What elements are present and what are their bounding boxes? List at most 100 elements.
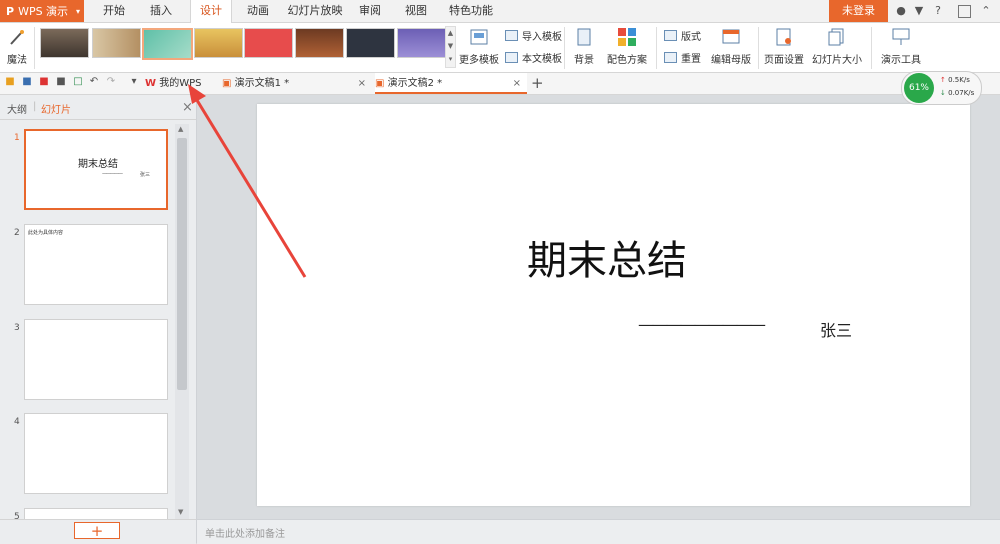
download-speed-value: 0.07K/s — [948, 89, 975, 97]
tab-special-features[interactable]: 特色功能 — [446, 0, 496, 22]
this-template-label: 本文模板 — [522, 54, 562, 65]
tab-document-2-label: 演示文稿2 * — [387, 78, 443, 89]
color-scheme-label: 配色方案 — [607, 55, 647, 66]
template-thumb-2[interactable] — [92, 28, 141, 58]
present-tools-button[interactable]: 演示工具 — [876, 28, 926, 66]
wps-w-icon: W — [145, 78, 157, 89]
close-tab-icon[interactable]: × — [513, 73, 521, 94]
page-setup-icon — [776, 28, 791, 46]
thumb-text: 此处为具体内容 — [28, 230, 64, 236]
tab-insert[interactable]: 插入 — [143, 0, 179, 22]
tab-slideshow[interactable]: 幻灯片放映 — [285, 0, 345, 22]
gallery-scroll[interactable]: ▲ ▼ ▾ — [445, 26, 456, 68]
save-icon[interactable]: ■ — [21, 76, 33, 88]
template-thumb-7[interactable] — [346, 28, 395, 58]
reset-label: 重置 — [681, 54, 701, 65]
ribbon-separator — [34, 27, 35, 69]
page-setup-button[interactable]: 页面设置 — [763, 28, 805, 66]
edit-master-button[interactable]: 编辑母版 — [710, 28, 752, 66]
ribbon-separator — [656, 27, 657, 69]
slide-dashes[interactable]: ————————— — [638, 315, 766, 334]
slide-size-button[interactable]: 幻灯片大小 — [808, 28, 866, 66]
slide-thumbnail-1[interactable]: 期末总结 ————— 张三 — [24, 129, 168, 210]
template-thumb-3-selected[interactable] — [142, 28, 193, 60]
layout-button[interactable]: 版式 — [664, 28, 701, 43]
template-thumb-1[interactable] — [40, 28, 89, 58]
present-tools-icon — [892, 28, 910, 45]
import-template-icon — [505, 30, 518, 41]
ribbon-separator — [871, 27, 872, 69]
import-template-button[interactable]: 导入模板 — [505, 28, 562, 43]
skin-icon[interactable]: ● — [893, 3, 909, 19]
tab-design[interactable]: 设计 — [190, 0, 232, 23]
add-slide-button[interactable]: + — [74, 522, 120, 539]
magic-label: 魔法 — [7, 55, 27, 66]
tab-document-2[interactable]: ▣ 演示文稿2 * × — [375, 73, 527, 94]
background-icon — [577, 28, 591, 46]
this-template-icon — [505, 52, 518, 63]
ribbon-separator — [758, 27, 759, 69]
slide-thumbnail-4[interactable] — [24, 413, 168, 494]
background-label: 背景 — [574, 55, 594, 66]
shirt-icon[interactable]: ▼ — [911, 3, 927, 19]
scroll-down-icon[interactable]: ▼ — [178, 508, 183, 516]
template-thumb-4[interactable] — [194, 28, 243, 58]
print-icon[interactable]: ■ — [55, 76, 67, 88]
current-slide[interactable]: 期末总结 ————————— 张三 — [257, 104, 970, 506]
slide-author[interactable]: 张三 — [820, 317, 852, 341]
magic-button[interactable]: 魔法 — [4, 28, 30, 66]
layout-label: 版式 — [681, 32, 701, 43]
reset-button[interactable]: 重置 — [664, 50, 701, 65]
more-templates-button[interactable]: 更多模板 — [459, 28, 499, 66]
edit-master-label: 编辑母版 — [711, 55, 751, 66]
tab-review[interactable]: 审阅 — [354, 0, 386, 22]
wps-app-menu-button[interactable]: P WPS 演示 ▾ — [0, 0, 84, 22]
redo-icon[interactable]: ↷ — [105, 76, 117, 88]
app-name: WPS 演示 — [18, 5, 69, 18]
slide-thumbnail-2[interactable]: 此处为具体内容 — [24, 224, 168, 305]
import-template-label: 导入模板 — [522, 32, 562, 43]
login-button[interactable]: 未登录 — [829, 0, 888, 22]
speed-percent: 61% — [904, 73, 934, 103]
tab-view[interactable]: 视图 — [400, 0, 432, 22]
slide-number: 3 — [14, 323, 20, 333]
more-templates-icon — [470, 29, 488, 45]
chevron-down-icon: ▾ — [75, 6, 80, 16]
thumb-title: 期末总结 — [78, 159, 118, 170]
background-button[interactable]: 背景 — [568, 28, 600, 66]
chevron-up-icon[interactable]: ⌃ — [978, 3, 994, 19]
print-preview-icon[interactable]: □ — [72, 76, 84, 88]
restore-window-icon[interactable] — [958, 5, 971, 18]
undo-icon[interactable]: ↶ — [88, 76, 100, 88]
network-speed-widget[interactable]: 61% ↑ 0.5K/s ↓ 0.07K/s — [901, 71, 982, 105]
customize-toolbar-icon[interactable]: ▾ — [128, 76, 140, 88]
annotation-arrow — [188, 84, 307, 278]
help-icon[interactable]: ? — [930, 3, 946, 19]
tab-start[interactable]: 开始 — [96, 0, 132, 22]
tab-outline[interactable]: 大纲 — [7, 101, 27, 116]
arrow-up-icon: ↑ — [940, 76, 946, 84]
tab-animation[interactable]: 动画 — [240, 0, 276, 22]
slide-number: 4 — [14, 417, 20, 427]
color-scheme-button[interactable]: 配色方案 — [603, 28, 651, 66]
slide-thumbnail-3[interactable] — [24, 319, 168, 400]
this-template-button[interactable]: 本文模板 — [505, 50, 562, 65]
panel-header — [0, 95, 196, 120]
template-thumb-6[interactable] — [295, 28, 344, 58]
pdf-export-icon[interactable]: ■ — [38, 76, 50, 88]
template-thumb-8[interactable] — [397, 28, 446, 58]
new-tab-button[interactable]: + — [531, 73, 545, 94]
tab-slides[interactable]: 幻灯片 — [41, 101, 71, 116]
thumb-dashes: ————— — [102, 171, 123, 177]
presentation-file-icon: ▣ — [375, 78, 385, 89]
open-folder-icon[interactable]: ■ — [4, 76, 16, 88]
more-templates-label: 更多模板 — [459, 55, 499, 66]
slide-number: 1 — [14, 133, 20, 143]
close-tab-icon[interactable]: × — [358, 73, 366, 94]
upload-speed-value: 0.5K/s — [948, 76, 970, 84]
notes-pane[interactable]: 单击此处添加备注 — [197, 519, 1000, 544]
upload-speed: ↑ 0.5K/s — [940, 76, 970, 84]
slide-title[interactable]: 期末总结 — [527, 228, 687, 286]
layout-icon — [664, 30, 677, 41]
template-thumb-5[interactable] — [244, 28, 293, 58]
